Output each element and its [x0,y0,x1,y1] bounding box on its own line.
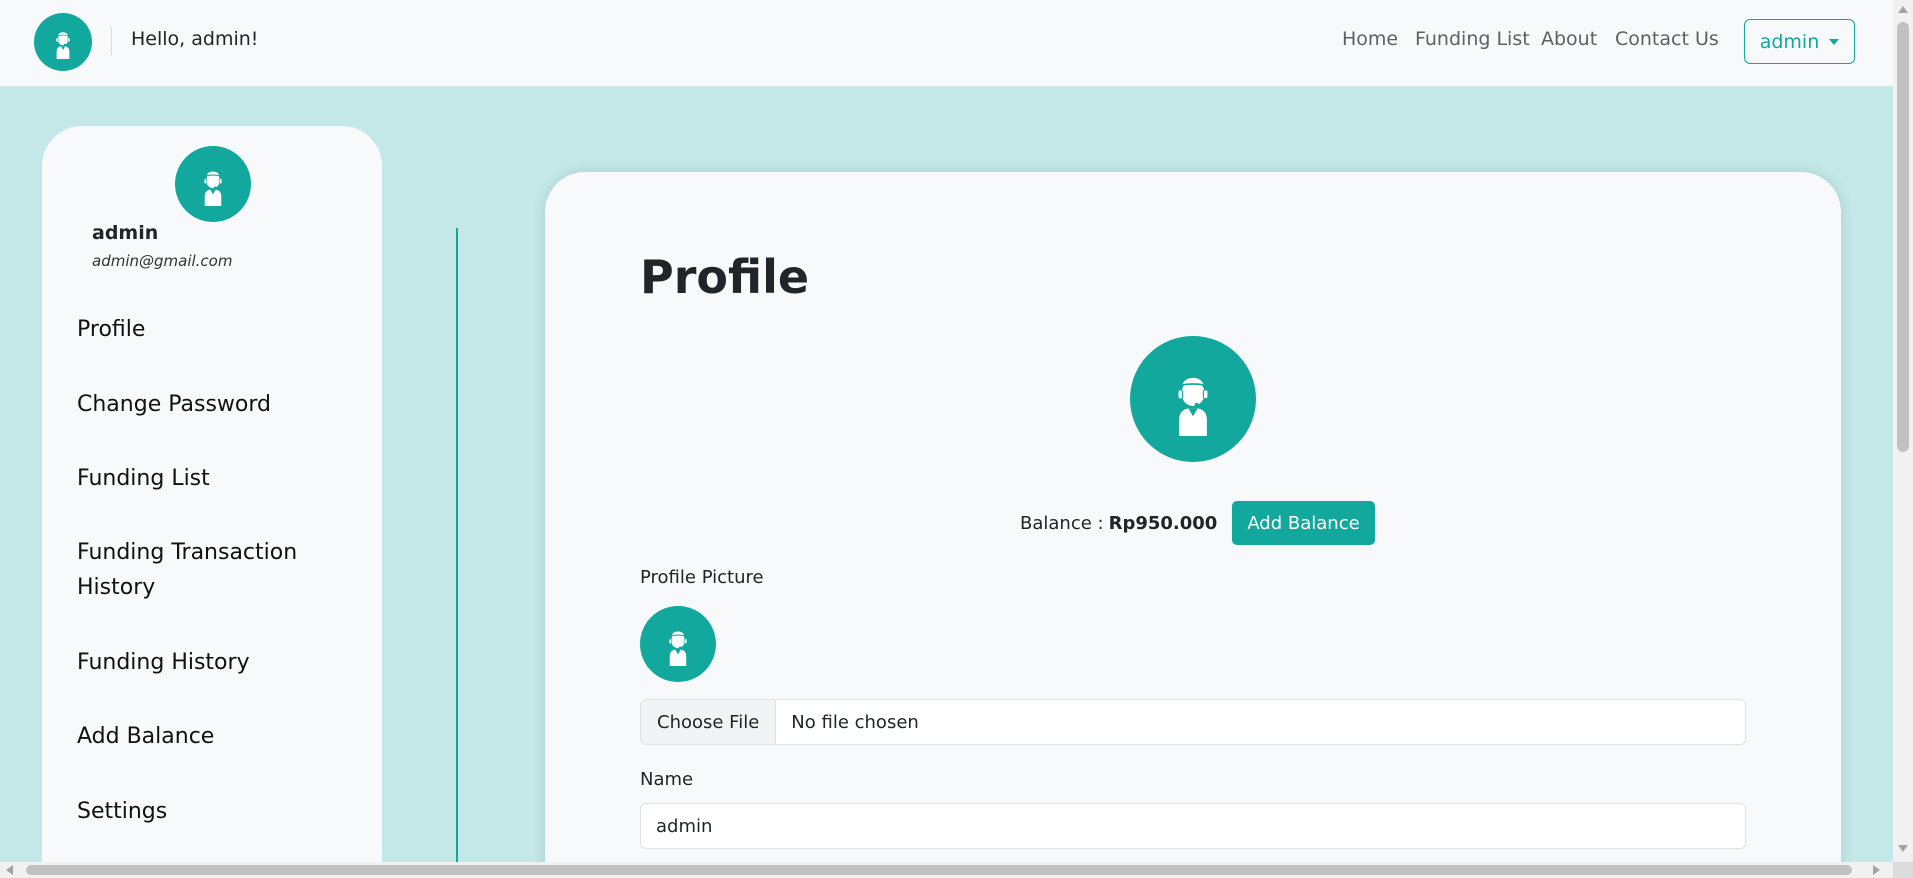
user-headset-icon [1156,362,1230,436]
profile-picture-file-input[interactable]: Choose File No file chosen [640,699,1746,745]
page-title: Profile [640,250,810,304]
nav-link-contact-us[interactable]: Contact Us [1615,28,1719,50]
scroll-up-icon[interactable] [1898,6,1908,13]
vertical-scrollbar[interactable] [1893,0,1913,862]
balance-label: Balance : [1020,512,1104,534]
sidebar-item-profile[interactable]: Profile [77,312,347,347]
sidebar-item-funding-history[interactable]: Funding History [77,645,347,680]
sidebar-user-name: admin [92,222,159,244]
caret-down-icon [1829,38,1840,45]
sidebar: admin admin@gmail.com Profile Change Pas… [42,126,382,878]
user-headset-icon [46,25,80,59]
balance-row: Balance : Rp950.000 Add Balance [1020,501,1375,545]
nav-link-funding-list[interactable]: Funding List [1415,28,1530,50]
vertical-divider [456,228,458,878]
logo-avatar-icon[interactable] [34,13,92,71]
user-menu-dropdown[interactable]: admin [1744,19,1855,64]
profile-picture-preview [640,606,716,682]
scroll-right-icon[interactable] [1873,865,1880,875]
nav-link-home[interactable]: Home [1342,28,1398,50]
sidebar-item-funding-list[interactable]: Funding List [77,461,347,496]
profile-avatar [1130,336,1256,462]
sidebar-item-settings[interactable]: Settings [77,794,347,829]
greeting-text: Hello, admin! [131,28,259,50]
sidebar-item-funding-transaction-history[interactable]: Funding Transaction History [77,535,347,605]
file-status-text: No file chosen [791,711,919,733]
scroll-left-icon[interactable] [6,865,13,875]
name-label: Name [640,769,694,790]
nav-link-about[interactable]: About [1541,28,1597,50]
horizontal-scrollbar[interactable] [0,862,1893,878]
sidebar-item-change-password[interactable]: Change Password [77,387,347,422]
vertical-scroll-thumb[interactable] [1897,22,1909,452]
horizontal-scroll-thumb[interactable] [26,865,1852,875]
sidebar-user-email: admin@gmail.com [92,252,233,270]
scroll-down-icon[interactable] [1898,845,1908,852]
user-headset-icon [656,622,700,666]
scrollbar-corner [1893,862,1913,878]
top-navbar: Hello, admin! Home Funding List About Co… [0,0,1893,86]
choose-file-button[interactable]: Choose File [641,700,777,744]
navbar-divider [111,27,112,55]
name-input[interactable] [640,803,1746,849]
sidebar-avatar [175,146,251,222]
balance-amount: Rp950.000 [1108,512,1218,534]
sidebar-item-add-balance[interactable]: Add Balance [77,719,347,754]
add-balance-button[interactable]: Add Balance [1232,501,1375,545]
profile-picture-label: Profile Picture [640,567,764,588]
profile-card: Profile Balance : Rp950.000 Add Balance … [545,172,1841,878]
user-headset-icon [191,162,235,206]
user-menu-label: admin [1759,30,1820,53]
